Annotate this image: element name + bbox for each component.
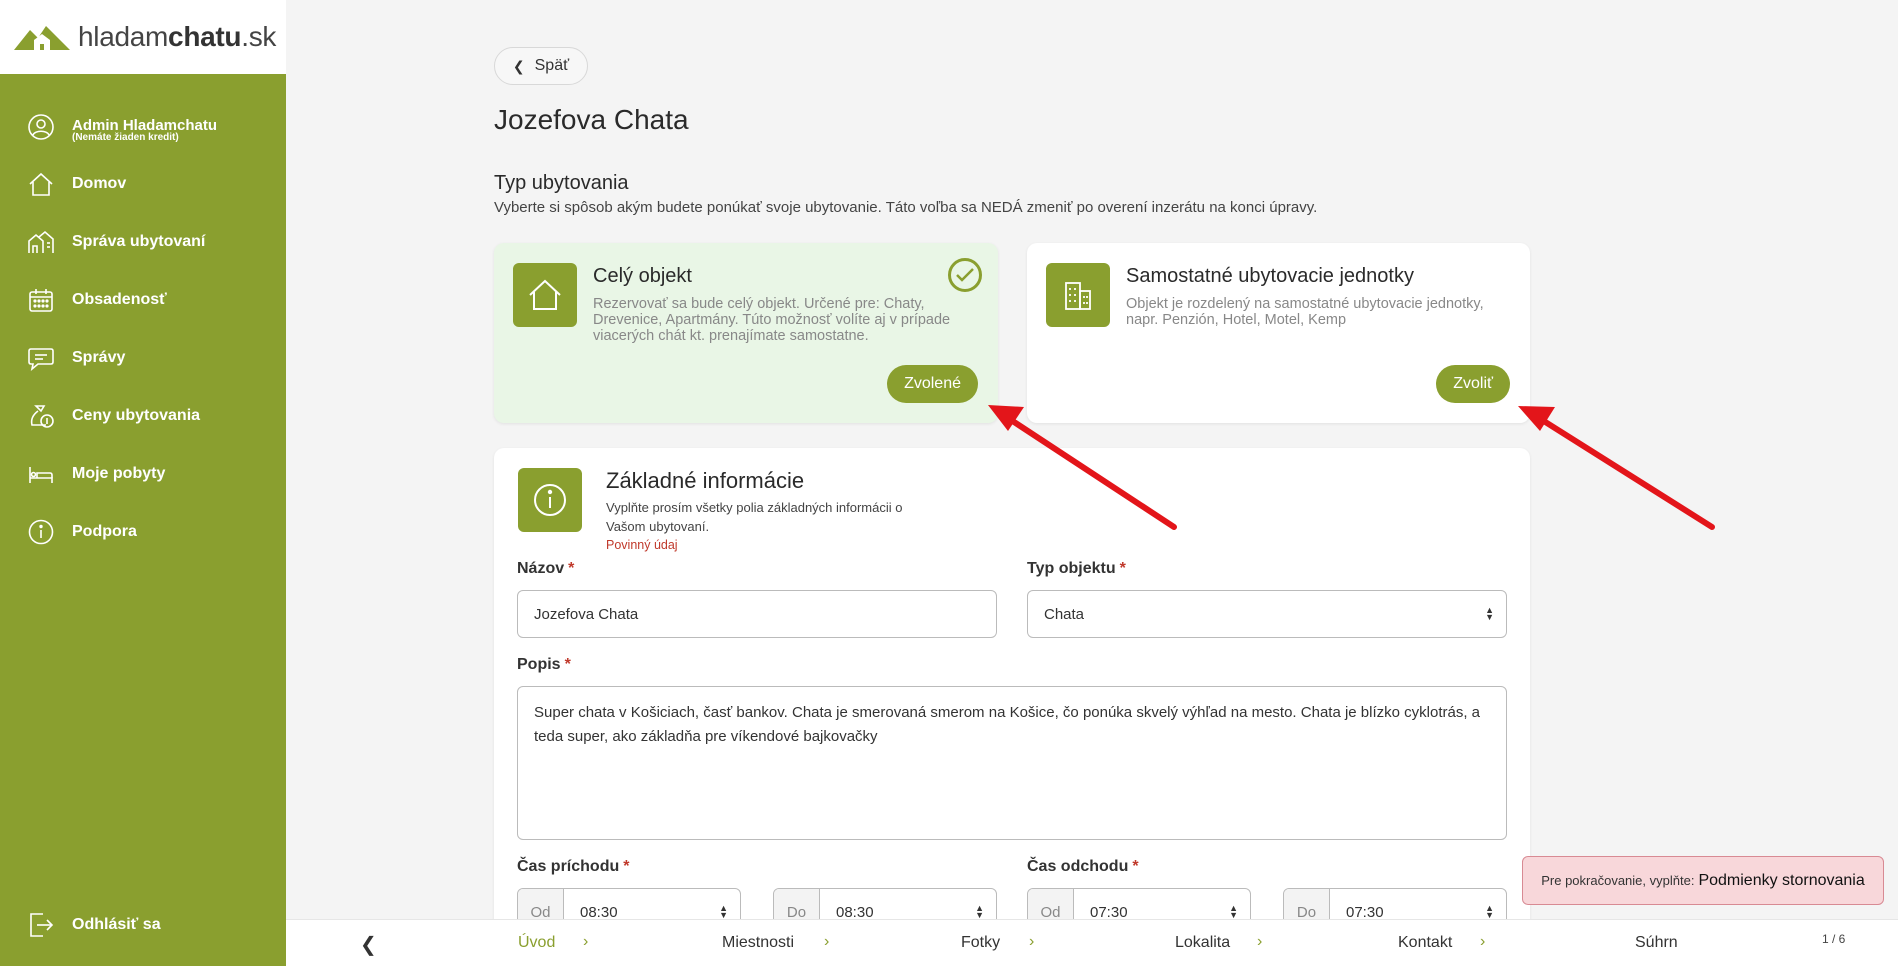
sidebar-item-label: Správa ubytovaní (72, 233, 206, 250)
step-uvod[interactable]: Úvod (518, 934, 555, 952)
step-fotky[interactable]: Fotky (961, 934, 1000, 952)
accommodation-type-card-units[interactable]: Samostatné ubytovacie jednotky Objekt je… (1027, 243, 1530, 423)
step-lokalita[interactable]: Lokalita (1175, 934, 1230, 952)
building-icon (1046, 263, 1110, 327)
chevron-right-icon: › (1257, 933, 1263, 950)
sidebar-item-label: Podpora (72, 523, 137, 540)
card-description: Rezervovať sa bude celý objekt. Určené p… (593, 296, 951, 344)
card-title: Samostatné ubytovacie jednotky (1126, 265, 1414, 287)
toast-prefix: Pre pokračovanie, vyplňte: (1541, 873, 1695, 888)
logout-label: Odhlásiť sa (72, 916, 161, 933)
object-type-select[interactable]: Chata ▲ ▼ (1027, 590, 1507, 638)
sidebar-item-label: Moje pobyty (72, 465, 166, 482)
logout-icon (30, 913, 54, 937)
choose-button[interactable]: Zvoliť (1436, 365, 1510, 403)
sidebar-item-moje-pobyty[interactable]: Moje pobyty (0, 454, 286, 494)
select-arrows-icon: ▲ ▼ (975, 903, 984, 920)
select-arrows-icon: ▲ ▼ (1485, 903, 1494, 920)
select-arrows-icon: ▲ ▼ (1229, 903, 1238, 920)
info-icon (518, 468, 582, 532)
sidebar-item-ceny-ubytovania[interactable]: Ceny ubytovania (0, 396, 286, 436)
sidebar: hladamchatu.sk Admin Hladamchatu (Nemáte… (0, 0, 286, 966)
home-icon (29, 172, 53, 196)
section-subtitle: Vyberte si spôsob akým budete ponúkať sv… (494, 199, 1318, 216)
sidebar-item-label: Ceny ubytovania (72, 407, 201, 424)
back-label: Späť (534, 57, 570, 74)
chevron-right-icon: › (1029, 933, 1035, 950)
info-icon (28, 519, 54, 545)
bed-icon (29, 467, 53, 483)
chevron-left-icon[interactable]: ❮ (360, 932, 377, 957)
arrival-time-label: Čas príchodu * (517, 858, 630, 875)
chevron-right-icon: › (1480, 933, 1486, 950)
buildings-icon (28, 230, 54, 253)
user-icon (28, 114, 54, 140)
logo[interactable]: hladamchatu.sk (0, 0, 286, 74)
calendar-icon (29, 289, 53, 312)
sidebar-item-sprava-ubytovani[interactable]: Správa ubytovaní (0, 222, 286, 262)
sidebar-item-label: Domov (72, 175, 127, 192)
step-counter: 1 / 6 (1822, 932, 1846, 946)
mountain-house-logo-icon (14, 26, 70, 50)
card-title: Celý objekt (593, 265, 692, 287)
back-button[interactable]: ❮ Späť (494, 47, 588, 85)
object-type-label: Typ objektu * (1027, 560, 1126, 577)
sidebar-item-obsadenost[interactable]: Obsadenosť (0, 280, 286, 320)
description-textarea[interactable]: Super chata v Košiciach, časť bankov. Ch… (517, 686, 1507, 840)
house-icon (513, 263, 577, 327)
name-label: Názov * (517, 560, 575, 577)
card-description: Objekt je rozdelený na samostatné ubytov… (1126, 296, 1484, 328)
chevron-right-icon: › (824, 933, 830, 950)
select-arrows-icon: ▲ ▼ (1485, 605, 1494, 622)
step-miestnosti[interactable]: Miestnosti (722, 934, 794, 952)
annotation-arrow-icon (1518, 406, 1715, 530)
selected-button[interactable]: Zvolené (887, 365, 978, 403)
description-label: Popis * (517, 656, 571, 673)
logo-text: hladamchatu.sk (78, 21, 277, 52)
basic-info-section: Základné informácie Vyplňte prosím všetk… (494, 448, 1530, 966)
sidebar-item-label: Obsadenosť (72, 291, 167, 308)
basic-info-title: Základné informácie (606, 468, 805, 493)
sidebar-item-domov[interactable]: Domov (0, 164, 286, 204)
check-circle-icon (948, 258, 982, 292)
chevron-right-icon: › (583, 933, 589, 950)
section-title: Typ ubytovania (494, 172, 629, 194)
chevron-left-icon: ❮ (512, 57, 525, 74)
accommodation-type-card-whole[interactable]: Celý objekt Rezervovať sa bude celý obje… (494, 243, 998, 423)
money-bag-icon (30, 405, 54, 428)
required-note: Povinný údaj (606, 538, 678, 552)
wizard-stepper: ❮ Úvod › Miestnosti › Fotky › Lokalita ›… (286, 919, 1898, 966)
sidebar-item-spravy[interactable]: Správy (0, 338, 286, 378)
departure-time-label: Čas odchodu * (1027, 858, 1139, 875)
chat-icon (28, 348, 54, 371)
step-suhrn[interactable]: Súhrn (1635, 934, 1678, 952)
step-kontakt[interactable]: Kontakt (1398, 934, 1452, 952)
logout-button[interactable]: Odhlásiť sa (0, 905, 286, 945)
name-input[interactable]: Jozefova Chata (517, 590, 997, 638)
toast-field: Podmienky stornovania (1698, 871, 1865, 889)
sidebar-item-label: Správy (72, 349, 126, 366)
validation-toast[interactable]: Pre pokračovanie, vyplňte: Podmienky stor… (1522, 856, 1884, 905)
page-title: Jozefova Chata (494, 104, 689, 135)
sidebar-item-podpora[interactable]: Podpora (0, 512, 286, 552)
user-credit: (Nemáte žiaden kredit) (72, 132, 179, 143)
basic-info-subtitle: Vyplňte prosím všetky polia základných i… (606, 500, 903, 534)
select-arrows-icon: ▲ ▼ (719, 903, 728, 920)
